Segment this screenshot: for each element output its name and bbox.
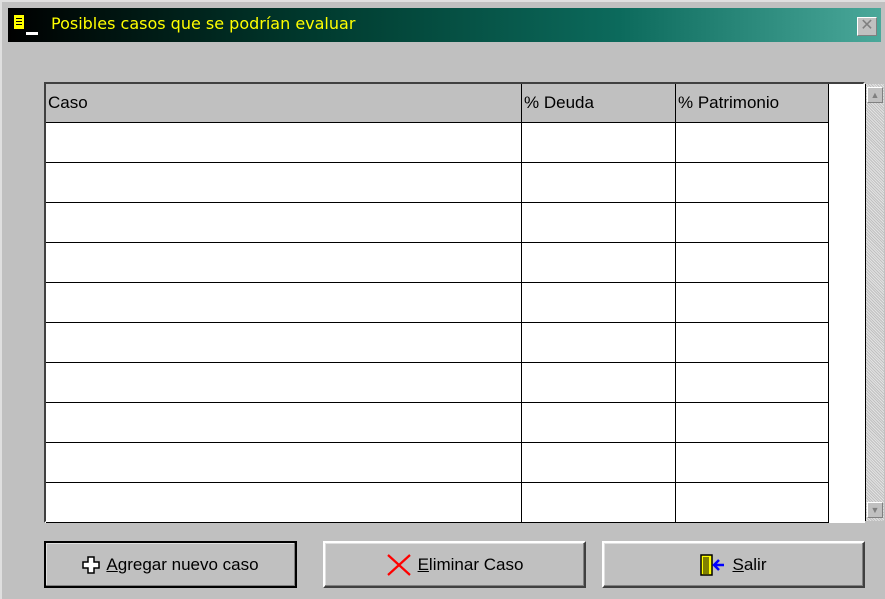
table-cell[interactable] bbox=[46, 162, 522, 203]
scroll-track[interactable] bbox=[866, 84, 884, 521]
table-cell[interactable] bbox=[46, 442, 522, 483]
cases-table: Caso % Deuda % Patrimonio bbox=[46, 84, 829, 523]
title-bar[interactable]: Posibles casos que se podrían evaluar ✕ bbox=[8, 8, 881, 42]
table-cell[interactable] bbox=[521, 322, 676, 363]
grid-body bbox=[46, 122, 829, 523]
table-row[interactable] bbox=[46, 442, 829, 483]
table-cell[interactable] bbox=[675, 442, 829, 483]
table-row[interactable] bbox=[46, 362, 829, 403]
table-row[interactable] bbox=[46, 122, 829, 163]
column-header-patrimonio[interactable]: % Patrimonio bbox=[675, 84, 829, 123]
column-header-deuda[interactable]: % Deuda bbox=[521, 84, 676, 123]
exit-button[interactable]: Salir bbox=[602, 541, 865, 588]
window-title: Posibles casos que se podrían evaluar bbox=[51, 14, 356, 33]
table-cell[interactable] bbox=[46, 482, 522, 523]
table-cell[interactable] bbox=[521, 202, 676, 243]
table-cell[interactable] bbox=[521, 362, 676, 403]
table-cell[interactable] bbox=[46, 282, 522, 323]
plus-icon bbox=[82, 555, 101, 574]
table-row[interactable] bbox=[46, 282, 829, 323]
table-cell[interactable] bbox=[521, 402, 676, 443]
scroll-down-button[interactable]: ▼ bbox=[867, 502, 883, 518]
table-row[interactable] bbox=[46, 162, 829, 203]
table-cell[interactable] bbox=[675, 402, 829, 443]
column-header-caso[interactable]: Caso bbox=[46, 84, 522, 123]
table-cell[interactable] bbox=[46, 202, 522, 243]
exit-label: Salir bbox=[732, 554, 767, 574]
arrow-up-icon: ▲ bbox=[870, 90, 880, 100]
table-cell[interactable] bbox=[675, 122, 829, 163]
table-cell[interactable] bbox=[46, 362, 522, 403]
table-cell[interactable] bbox=[521, 282, 676, 323]
cases-grid[interactable]: Caso % Deuda % Patrimonio ▲ ▼ bbox=[44, 82, 884, 523]
table-cell[interactable] bbox=[675, 242, 829, 283]
table-cell[interactable] bbox=[521, 442, 676, 483]
scroll-up-button[interactable]: ▲ bbox=[867, 87, 883, 103]
arrow-down-icon: ▼ bbox=[870, 505, 880, 515]
table-cell[interactable] bbox=[521, 122, 676, 163]
table-cell[interactable] bbox=[675, 482, 829, 523]
table-cell[interactable] bbox=[46, 242, 522, 283]
table-cell[interactable] bbox=[46, 122, 522, 163]
dialog-window: Posibles casos que se podrían evaluar ✕ … bbox=[0, 0, 885, 599]
table-row[interactable] bbox=[46, 402, 829, 443]
table-cell[interactable] bbox=[675, 162, 829, 203]
add-case-button[interactable]: Agregar nuevo caso bbox=[44, 541, 297, 588]
table-row[interactable] bbox=[46, 322, 829, 363]
table-cell[interactable] bbox=[521, 162, 676, 203]
table-cell[interactable] bbox=[521, 482, 676, 523]
table-cell[interactable] bbox=[675, 362, 829, 403]
table-cell[interactable] bbox=[46, 402, 522, 443]
header-row: Caso % Deuda % Patrimonio bbox=[46, 84, 829, 123]
table-row[interactable] bbox=[46, 482, 829, 523]
table-row[interactable] bbox=[46, 202, 829, 243]
table-cell[interactable] bbox=[46, 322, 522, 363]
table-cell[interactable] bbox=[675, 322, 829, 363]
table-cell[interactable] bbox=[521, 242, 676, 283]
table-row[interactable] bbox=[46, 242, 829, 283]
delete-case-label: Eliminar Caso bbox=[417, 554, 524, 574]
minimize-mark bbox=[26, 32, 38, 35]
table-cell[interactable] bbox=[675, 202, 829, 243]
delete-case-button[interactable]: Eliminar Caso bbox=[323, 541, 586, 588]
red-x-icon bbox=[386, 553, 411, 576]
close-button[interactable]: ✕ bbox=[857, 17, 877, 36]
exit-door-icon bbox=[700, 553, 725, 576]
table-cell[interactable] bbox=[675, 282, 829, 323]
app-icon bbox=[13, 14, 27, 34]
vertical-scrollbar[interactable]: ▲ ▼ bbox=[865, 84, 884, 521]
add-case-label: Agregar nuevo caso bbox=[106, 554, 259, 574]
